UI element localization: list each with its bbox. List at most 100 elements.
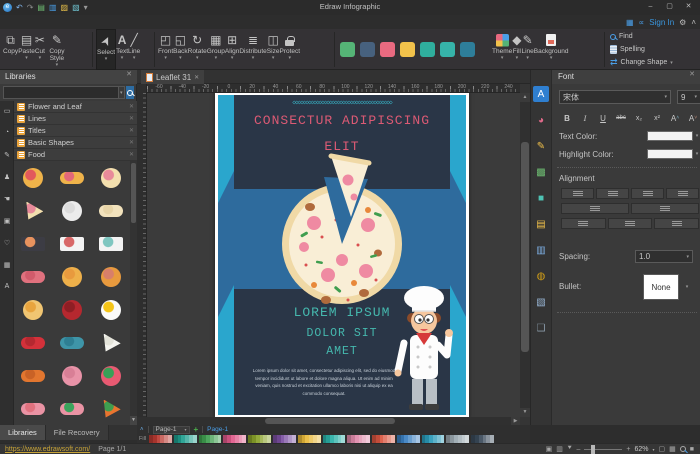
- document-tab[interactable]: Leaflet 31 ✕: [141, 70, 204, 84]
- align-top-button[interactable]: [561, 218, 606, 229]
- picture-panel-icon[interactable]: ▩: [533, 164, 549, 180]
- search-button[interactable]: [126, 86, 134, 99]
- close-icon[interactable]: ✕: [129, 115, 134, 122]
- shape-dinner-plate[interactable]: [53, 194, 92, 227]
- text-color-swatch[interactable]: [647, 131, 693, 141]
- shape-pizza[interactable]: [91, 161, 130, 194]
- page-view-icon[interactable]: ▥: [556, 445, 563, 453]
- line-button[interactable]: ✎Line▾: [521, 29, 533, 70]
- select-button[interactable]: ➤Select▾: [96, 29, 116, 70]
- fill-color-swatch[interactable]: [366, 435, 370, 443]
- fill-color-swatch[interactable]: [168, 435, 172, 443]
- fill-color-swatch[interactable]: [416, 435, 420, 443]
- poster-subtitle-line1[interactable]: LOREM IPSUM: [218, 305, 466, 320]
- shape-fried-egg[interactable]: [91, 293, 130, 326]
- fill-color-swatch[interactable]: [465, 435, 469, 443]
- chevron-down-icon[interactable]: ▾: [653, 447, 655, 452]
- shape-fish[interactable]: [53, 326, 92, 359]
- font-panel-icon[interactable]: A: [533, 86, 549, 102]
- library-group-basic-shapes[interactable]: Basic Shapes✕: [14, 137, 137, 149]
- scrollbar-thumb[interactable]: [521, 142, 529, 352]
- document-panel-icon[interactable]: ▥: [533, 242, 549, 258]
- bullet-select[interactable]: None: [643, 274, 679, 300]
- library-group-titles[interactable]: Titles✕: [14, 125, 137, 137]
- shape-sushi-box-light[interactable]: [53, 227, 92, 260]
- fill-color-swatch[interactable]: [341, 435, 345, 443]
- library-gesture-icon[interactable]: ☚: [0, 195, 14, 203]
- library-scrollbar[interactable]: ▼: [130, 161, 137, 425]
- shape-roast-chicken[interactable]: [53, 260, 92, 293]
- library-group-lines[interactable]: Lines✕: [14, 113, 137, 125]
- increase-font-button[interactable]: A: [669, 112, 681, 124]
- library-photo-icon[interactable]: ▣: [0, 217, 14, 225]
- horizontal-scrollbar[interactable]: ▶: [137, 417, 520, 425]
- subscript-button[interactable]: x₂: [633, 112, 645, 124]
- align-bottom-button[interactable]: [654, 218, 699, 229]
- chevron-down-icon[interactable]: ▾: [693, 131, 700, 141]
- collapse-ribbon-icon[interactable]: ˄: [691, 18, 696, 27]
- scroll-up-icon[interactable]: ▲: [520, 93, 530, 102]
- poster-title-line2[interactable]: ELIT: [218, 139, 466, 154]
- align-middle-button[interactable]: [608, 218, 653, 229]
- tab-libraries[interactable]: Libraries: [0, 425, 46, 440]
- fill-button[interactable]: ◆Fill▾: [512, 29, 521, 70]
- fill-color-swatch[interactable]: [292, 435, 296, 443]
- shape-ham[interactable]: [91, 260, 130, 293]
- highlight-color-swatch[interactable]: [647, 149, 693, 159]
- search-input[interactable]: [3, 86, 119, 99]
- web-panel-icon[interactable]: ◍: [533, 268, 549, 284]
- library-building-icon[interactable]: ▦: [0, 261, 14, 269]
- zoom-slider-thumb[interactable]: [591, 445, 595, 454]
- fill-color-swatch[interactable]: [242, 435, 246, 443]
- library-chart-icon[interactable]: ◔: [0, 129, 14, 136]
- bold-button[interactable]: B: [561, 112, 573, 124]
- shape-steak[interactable]: [53, 293, 92, 326]
- fullscreen-icon[interactable]: ■: [690, 446, 694, 453]
- scroll-down-icon[interactable]: ▼: [520, 408, 530, 417]
- fill-panel-icon[interactable]: ■: [533, 190, 549, 206]
- fit-view-icon[interactable]: ⯆: [567, 445, 573, 453]
- spacing-select[interactable]: 1.0▾: [635, 250, 693, 263]
- spelling-button[interactable]: Spelling: [610, 44, 645, 56]
- chevron-down-icon[interactable]: ▾: [683, 282, 691, 292]
- group-button[interactable]: ▦Group▾: [207, 29, 225, 70]
- shape-sausages[interactable]: [14, 260, 53, 293]
- shape-sushi-platter[interactable]: [91, 227, 130, 260]
- shape-tomato-slices[interactable]: [14, 392, 53, 425]
- scrollbar-thumb[interactable]: [265, 418, 395, 424]
- italic-button[interactable]: I: [579, 112, 591, 124]
- fill-color-swatch[interactable]: [193, 435, 197, 443]
- poster-subtitle-line3[interactable]: AMET: [218, 345, 466, 358]
- underline-button[interactable]: U: [597, 112, 609, 124]
- poster-subtitle-line2[interactable]: DOLOR SIT: [218, 327, 466, 340]
- close-icon[interactable]: ✕: [679, 0, 698, 14]
- sign-in-button[interactable]: Sign In: [649, 18, 674, 27]
- fill-color-swatch[interactable]: [317, 435, 321, 443]
- copy-button[interactable]: ⧉Copy: [3, 29, 18, 70]
- align-justify-button[interactable]: [666, 188, 699, 199]
- fill-color-swatch[interactable]: [218, 435, 222, 443]
- shape-chicken-leg[interactable]: [14, 293, 53, 326]
- zoom-out-icon[interactable]: –: [576, 446, 580, 453]
- find-button[interactable]: Find: [610, 31, 633, 43]
- shape-radish[interactable]: [91, 326, 130, 359]
- fit-page-icon[interactable]: ▢: [659, 445, 666, 453]
- strikethrough-button[interactable]: abc: [615, 112, 627, 124]
- page-selector[interactable]: Page-1 ▾: [153, 426, 190, 434]
- line-button[interactable]: ╱Line▾: [128, 29, 140, 70]
- shape-spaghetti[interactable]: [91, 194, 130, 227]
- library-group-food[interactable]: Food✕: [14, 149, 137, 161]
- color-swatch[interactable]: [400, 42, 415, 57]
- text-button[interactable]: AText▾: [116, 29, 128, 70]
- zoom-tool-icon[interactable]: [680, 446, 686, 452]
- cut-button[interactable]: ✂Cut▾: [35, 29, 45, 70]
- library-people-icon[interactable]: ♟: [0, 173, 14, 181]
- poster-body-text[interactable]: Lorem ipsum dolor sit amet, consectetur …: [250, 367, 398, 398]
- shape-tomato-pair[interactable]: [53, 392, 92, 425]
- shape-hot-dog[interactable]: [53, 161, 92, 194]
- scroll-right-icon[interactable]: ▶: [511, 417, 520, 425]
- size-button[interactable]: ◫Size▾: [267, 29, 280, 70]
- protect-button[interactable]: Protect▾: [279, 29, 300, 70]
- close-icon[interactable]: ✕: [129, 139, 134, 146]
- library-group-flower-and-leaf[interactable]: Flower and Leaf✕: [14, 101, 137, 113]
